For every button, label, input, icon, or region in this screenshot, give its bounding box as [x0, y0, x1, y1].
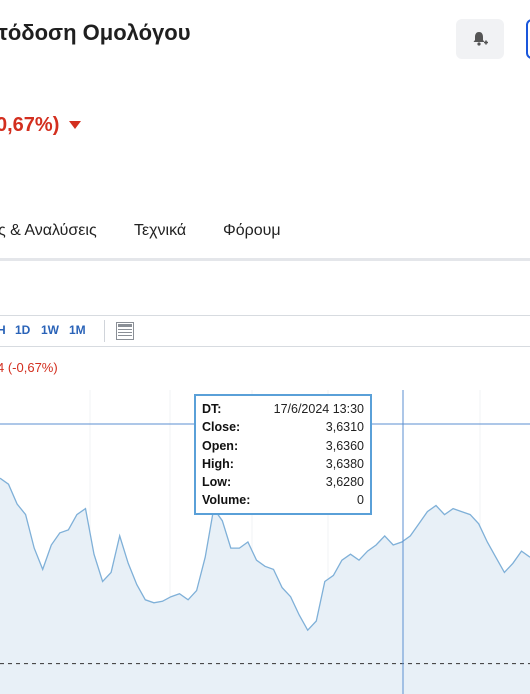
- tab-forum[interactable]: Φόρουμ: [223, 222, 281, 240]
- chart-table-icon[interactable]: [115, 321, 135, 341]
- toolbar-separator: [104, 320, 105, 342]
- timeframe-hourly[interactable]: H: [0, 323, 6, 337]
- tooltip-key: DT:: [202, 402, 222, 416]
- timeframe-1m[interactable]: 1M: [69, 323, 86, 337]
- tabs-divider: [0, 258, 530, 261]
- chart-change-label: 4 (-0,67%): [0, 360, 58, 375]
- tooltip-value: 0: [357, 493, 364, 508]
- price-change: 0,67%): [0, 114, 60, 136]
- tooltip-value: 3,6280: [325, 475, 364, 490]
- tooltip-key: High:: [202, 456, 234, 471]
- bell-plus-icon: [473, 32, 488, 46]
- tooltip-row: Volume: 0: [202, 491, 364, 509]
- timeframe-1d[interactable]: 1D: [15, 323, 30, 337]
- tooltip-value: 3,6360: [325, 438, 364, 453]
- tooltip-row: Low: 3,6280: [202, 473, 364, 491]
- tooltip-value: 3,6310: [325, 420, 364, 435]
- section-tabs: ς & Αναλύσεις Τεχνικά Φόρουμ: [0, 222, 530, 246]
- toolbar-border-bottom: [0, 346, 530, 347]
- data-tooltip: DT: 17/6/2024 13:30 Close: 3,6310 Open: 3,636…: [194, 394, 372, 515]
- tab-news-analysis[interactable]: ς & Αναλύσεις: [0, 222, 97, 240]
- timeframe-1w[interactable]: 1W: [41, 323, 59, 337]
- tooltip-row: DT: 17/6/2024 13:30: [202, 400, 364, 418]
- tooltip-value: 17/6/2024 13:30: [273, 402, 364, 416]
- tooltip-key: Volume:: [202, 493, 251, 508]
- toolbar-border-top: [0, 315, 530, 316]
- tooltip-row: High: 3,6380: [202, 455, 364, 473]
- tooltip-value: 3,6380: [325, 456, 364, 471]
- down-arrow-icon: [69, 121, 81, 129]
- tooltip-key: Low:: [202, 475, 232, 490]
- tooltip-key: Open:: [202, 438, 239, 453]
- tooltip-row: Close: 3,6310: [202, 418, 364, 436]
- tooltip-row: Open: 3,6360: [202, 437, 364, 455]
- primary-action-button[interactable]: [526, 19, 530, 59]
- page-title: τόδοση Ομολόγου: [0, 20, 191, 45]
- add-alert-button[interactable]: [456, 19, 504, 59]
- tooltip-key: Close:: [202, 420, 241, 435]
- tab-technical[interactable]: Τεχνικά: [134, 222, 186, 240]
